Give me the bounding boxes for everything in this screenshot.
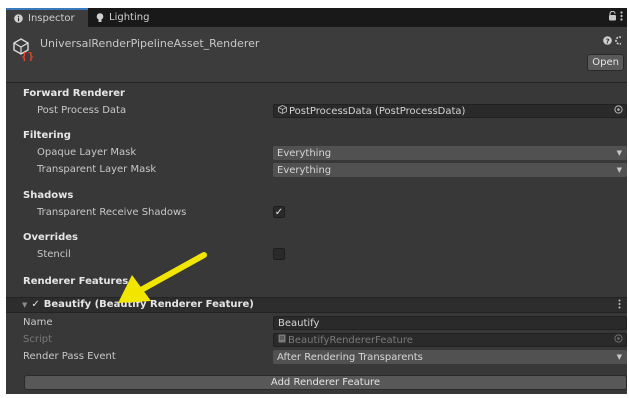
inspector-window: Inspector Lighting {} UniversalRenderPip… xyxy=(6,8,627,394)
annotation-arrow-icon xyxy=(118,252,207,303)
